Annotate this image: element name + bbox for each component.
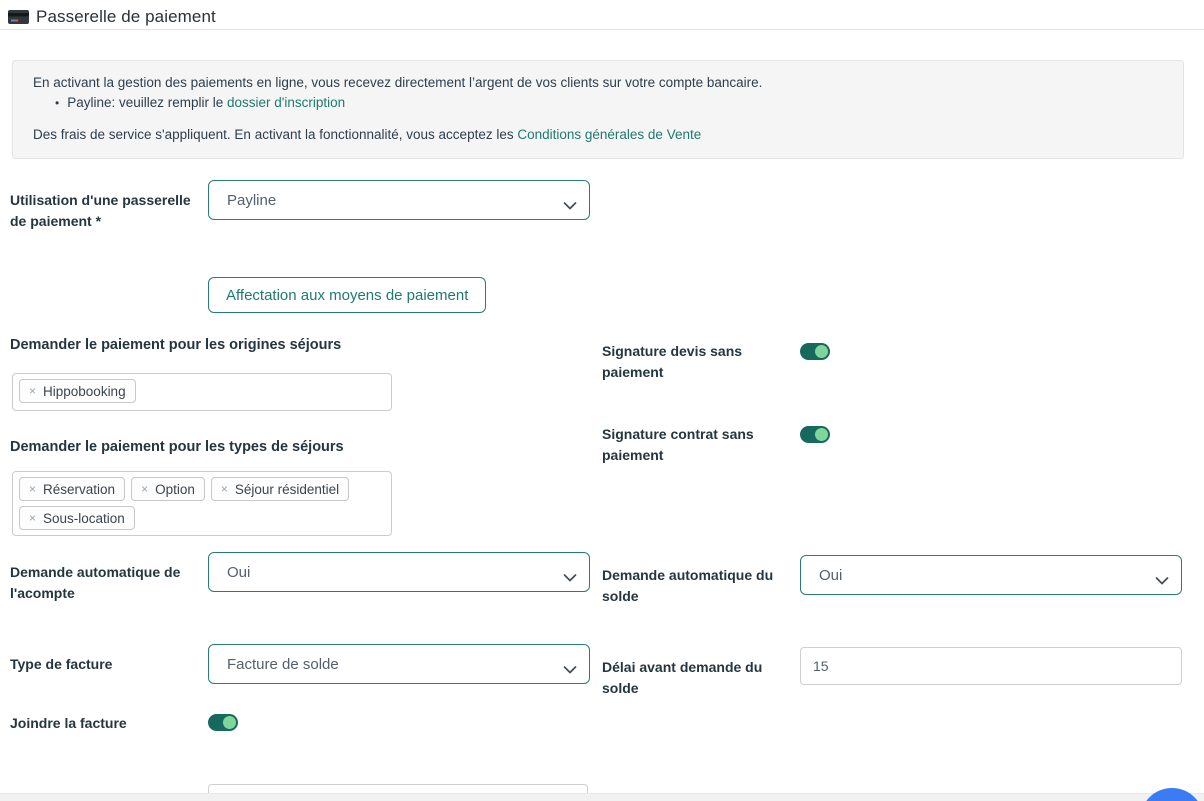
invoice-type-value: Facture de solde: [227, 656, 339, 673]
alert-bullet: • Payline: veuillez remplir le dossier d'…: [33, 93, 1163, 113]
origins-multiselect[interactable]: × Hippobooking: [12, 373, 392, 411]
gateway-label: Utilisation d'une passerelle de paiement…: [10, 180, 208, 232]
invoice-type-select[interactable]: Facture de solde: [208, 644, 590, 684]
chevron-down-icon: [1155, 572, 1169, 590]
toggle-knob: [223, 716, 236, 729]
delai-solde-row: Délai avant demande du solde: [602, 647, 1194, 699]
tag-label: Séjour résidentiel: [235, 482, 339, 497]
auto-solde-label: Demande automatique du solde: [602, 555, 800, 607]
remove-tag-icon[interactable]: ×: [29, 511, 36, 525]
tag-label: Option: [155, 482, 195, 497]
alert-line2: Des frais de service s'appliquent. En ac…: [33, 125, 1163, 145]
alert-bullet-text: Payline: veuillez remplir le: [67, 95, 227, 110]
gateway-select[interactable]: Payline: [208, 180, 590, 220]
tag-label: Sous-location: [43, 511, 125, 526]
tag-sejour-residentiel: × Séjour résidentiel: [211, 477, 349, 501]
toggle-knob: [815, 428, 828, 441]
form-column-right: Signature devis sans paiement Signature …: [602, 335, 1194, 801]
types-multiselect[interactable]: × Réservation × Option × Séjour résidentiel…: [12, 471, 392, 536]
toggle-knob: [815, 345, 828, 358]
remove-tag-icon[interactable]: ×: [29, 482, 36, 496]
chevron-down-icon: [563, 197, 577, 215]
info-alert: En activant la gestion des paiements en …: [12, 60, 1184, 159]
auto-acompte-value: Oui: [227, 564, 250, 581]
signature-contrat-label: Signature contrat sans paiement: [602, 424, 800, 466]
signature-contrat-toggle[interactable]: [800, 426, 830, 443]
gateway-row: Utilisation d'une passerelle de paiement…: [10, 180, 1204, 232]
signature-devis-row: Signature devis sans paiement: [602, 341, 1194, 383]
delai-solde-input[interactable]: [800, 647, 1182, 685]
credit-card-icon: [8, 9, 29, 25]
remove-tag-icon[interactable]: ×: [141, 482, 148, 496]
form-columns: Demander le paiement pour les origines s…: [10, 335, 1204, 801]
delai-solde-label: Délai avant demande du solde: [602, 647, 800, 699]
cgv-link[interactable]: Conditions générales de Vente: [517, 127, 701, 142]
auto-acompte-select[interactable]: Oui: [208, 552, 590, 592]
tag-hippobooking: × Hippobooking: [19, 379, 136, 403]
origins-label: Demander le paiement pour les origines s…: [10, 335, 602, 355]
tag-label: Réservation: [43, 482, 115, 497]
chevron-down-icon: [563, 569, 577, 587]
chevron-down-icon: [563, 661, 577, 679]
joindre-facture-label: Joindre la facture: [10, 713, 208, 734]
auto-solde-row: Demande automatique du solde Oui: [602, 555, 1194, 607]
gateway-select-value: Payline: [227, 192, 276, 209]
alert-spacer: [33, 113, 1163, 125]
form-column-left: Demander le paiement pour les origines s…: [10, 335, 602, 801]
invoice-type-label: Type de facture: [10, 644, 208, 675]
signature-devis-toggle[interactable]: [800, 343, 830, 360]
types-label: Demander le paiement pour les types de s…: [10, 437, 602, 457]
bullet-icon: •: [55, 93, 59, 113]
tag-label: Hippobooking: [43, 384, 126, 399]
signature-contrat-row: Signature contrat sans paiement: [602, 424, 1194, 466]
tag-sous-location: × Sous-location: [19, 506, 135, 530]
dossier-inscription-link[interactable]: dossier d'inscription: [227, 95, 345, 110]
joindre-facture-toggle[interactable]: [208, 714, 238, 731]
auto-solde-value: Oui: [819, 567, 842, 584]
page-title: Passerelle de paiement: [36, 7, 216, 27]
assign-payment-methods-button[interactable]: Affectation aux moyens de paiement: [208, 277, 486, 313]
invoice-type-row: Type de facture Facture de solde: [10, 644, 602, 684]
tag-option: × Option: [131, 477, 205, 501]
page-header: Passerelle de paiement: [0, 0, 1204, 30]
remove-tag-icon[interactable]: ×: [29, 384, 36, 398]
alert-line2-text: Des frais de service s'appliquent. En ac…: [33, 127, 517, 142]
signature-devis-label: Signature devis sans paiement: [602, 341, 800, 383]
joindre-facture-row: Joindre la facture: [10, 713, 602, 734]
auto-acompte-label: Demande automatique de l'acompte: [10, 552, 208, 604]
tag-reservation: × Réservation: [19, 477, 125, 501]
remove-tag-icon[interactable]: ×: [221, 482, 228, 496]
footer-divider: [0, 793, 1204, 801]
auto-acompte-row: Demande automatique de l'acompte Oui: [10, 552, 602, 604]
auto-solde-select[interactable]: Oui: [800, 555, 1182, 595]
alert-line1: En activant la gestion des paiements en …: [33, 73, 1163, 93]
payment-gateway-form: Utilisation d'une passerelle de paiement…: [0, 180, 1204, 801]
